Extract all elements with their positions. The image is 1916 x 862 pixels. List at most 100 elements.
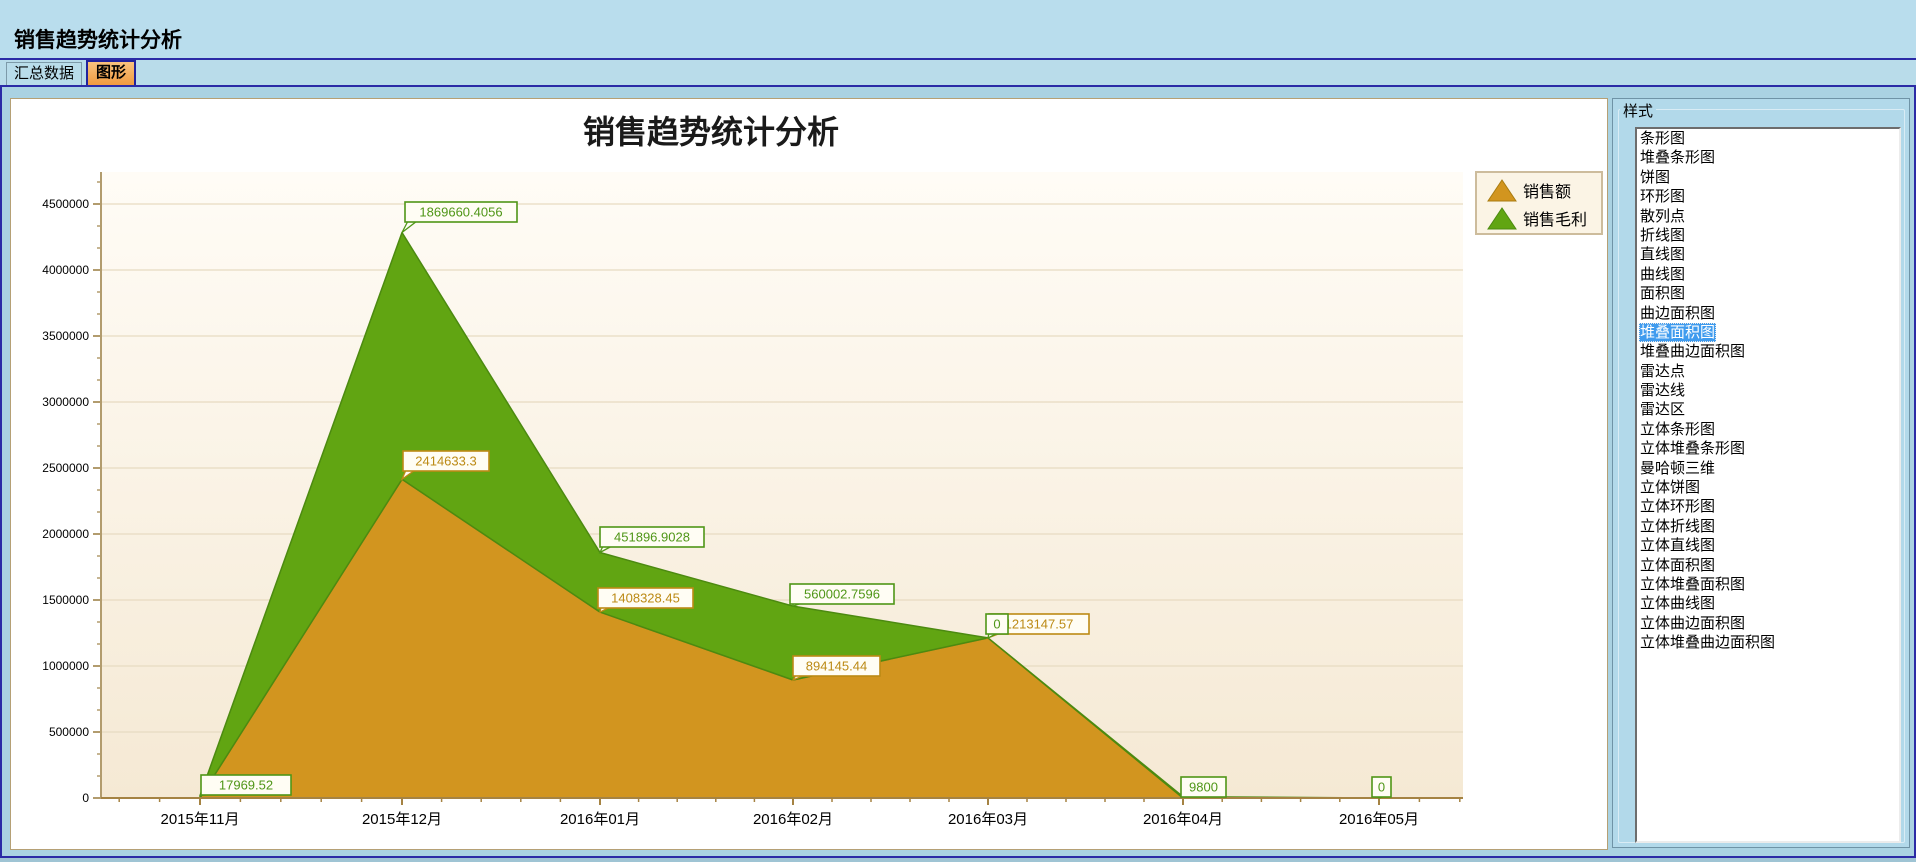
style-option-label: 面积图 bbox=[1639, 284, 1686, 303]
style-option-label: 环形图 bbox=[1639, 187, 1686, 206]
style-option[interactable]: 饼图 bbox=[1637, 168, 1899, 187]
style-option[interactable]: 立体条形图 bbox=[1637, 420, 1899, 439]
style-option[interactable]: 立体饼图 bbox=[1637, 478, 1899, 497]
style-option[interactable]: 雷达线 bbox=[1637, 381, 1899, 400]
x-tick-label: 2016年01月 bbox=[560, 811, 640, 828]
style-option-label: 堆叠面积图 bbox=[1639, 323, 1716, 342]
style-option[interactable]: 堆叠曲边面积图 bbox=[1637, 342, 1899, 361]
style-option[interactable]: 曼哈顿三维 bbox=[1637, 459, 1899, 478]
y-tick-label: 4500000 bbox=[42, 197, 89, 211]
style-option-label: 立体堆叠条形图 bbox=[1639, 439, 1746, 458]
style-option-label: 立体直线图 bbox=[1639, 536, 1716, 555]
style-option[interactable]: 立体堆叠面积图 bbox=[1637, 575, 1899, 594]
style-option-label: 立体饼图 bbox=[1639, 478, 1701, 497]
style-option[interactable]: 面积图 bbox=[1637, 284, 1899, 303]
style-option-label: 散列点 bbox=[1639, 207, 1686, 226]
y-tick-label: 1000000 bbox=[42, 659, 89, 673]
x-tick-label: 2016年02月 bbox=[753, 811, 833, 828]
y-tick-label: 3500000 bbox=[42, 329, 89, 343]
style-option-label: 雷达线 bbox=[1639, 381, 1686, 400]
style-option-label: 立体曲线图 bbox=[1639, 594, 1716, 613]
x-tick-label: 2016年04月 bbox=[1143, 811, 1223, 828]
legend-label: 销售毛利 bbox=[1523, 211, 1587, 229]
data-label: 0 bbox=[1372, 777, 1391, 798]
data-label: 0 bbox=[986, 614, 1008, 638]
tab-label: 汇总数据 bbox=[14, 65, 74, 82]
style-option-label: 曲边面积图 bbox=[1639, 304, 1716, 323]
data-label: 1408328.45 bbox=[598, 588, 693, 612]
y-tick-label: 500000 bbox=[49, 725, 89, 739]
style-option-label: 堆叠曲边面积图 bbox=[1639, 342, 1746, 361]
style-option-label: 堆叠条形图 bbox=[1639, 148, 1716, 167]
window-title: 销售趋势统计分析 bbox=[14, 24, 182, 54]
style-option[interactable]: 曲边面积图 bbox=[1637, 304, 1899, 323]
style-option[interactable]: 堆叠面积图 bbox=[1637, 323, 1899, 342]
style-option-label: 立体堆叠面积图 bbox=[1639, 575, 1746, 594]
y-tick-label: 1500000 bbox=[42, 593, 89, 607]
svg-text:2414633.3: 2414633.3 bbox=[415, 454, 476, 469]
style-option-label: 雷达点 bbox=[1639, 362, 1686, 381]
tab-graphics[interactable]: 图形 bbox=[86, 60, 136, 85]
svg-text:1213147.57: 1213147.57 bbox=[1005, 617, 1074, 632]
style-option-label: 条形图 bbox=[1639, 129, 1686, 148]
chart-panel: 0500000100000015000002000000250000030000… bbox=[10, 98, 1608, 850]
style-option-label: 立体环形图 bbox=[1639, 497, 1716, 516]
svg-text:451896.9028: 451896.9028 bbox=[614, 530, 690, 545]
svg-text:560002.7596: 560002.7596 bbox=[804, 587, 880, 602]
style-option-label: 直线图 bbox=[1639, 245, 1686, 264]
legend-label: 销售额 bbox=[1523, 183, 1571, 201]
style-option-label: 立体折线图 bbox=[1639, 517, 1716, 536]
style-option-label: 立体面积图 bbox=[1639, 556, 1716, 575]
style-option[interactable]: 环形图 bbox=[1637, 187, 1899, 206]
svg-text:9800: 9800 bbox=[1189, 780, 1218, 795]
style-option[interactable]: 堆叠条形图 bbox=[1637, 148, 1899, 167]
style-option-label: 曲线图 bbox=[1639, 265, 1686, 284]
y-tick-label: 4000000 bbox=[42, 263, 89, 277]
window-title-bar: 销售趋势统计分析 bbox=[0, 0, 1916, 60]
style-option[interactable]: 立体环形图 bbox=[1637, 497, 1899, 516]
style-option-label: 立体曲边面积图 bbox=[1639, 614, 1746, 633]
tab-label: 图形 bbox=[96, 64, 126, 81]
style-option[interactable]: 曲线图 bbox=[1637, 265, 1899, 284]
tab-bar: 汇总数据 图形 bbox=[0, 60, 1916, 87]
tab-summary-data[interactable]: 汇总数据 bbox=[6, 62, 82, 85]
data-label: 560002.7596 bbox=[790, 584, 894, 606]
style-option[interactable]: 立体面积图 bbox=[1637, 556, 1899, 575]
svg-text:1869660.4056: 1869660.4056 bbox=[419, 205, 502, 220]
y-tick-label: 2000000 bbox=[42, 527, 89, 541]
chart-title: 销售趋势统计分析 bbox=[583, 113, 839, 151]
style-option[interactable]: 直线图 bbox=[1637, 245, 1899, 264]
data-label: 17969.52 bbox=[200, 775, 291, 796]
y-tick-label: 2500000 bbox=[42, 461, 89, 475]
style-option-label: 曼哈顿三维 bbox=[1639, 459, 1716, 478]
style-option-label: 饼图 bbox=[1639, 168, 1671, 187]
style-option[interactable]: 立体堆叠条形图 bbox=[1637, 439, 1899, 458]
style-option-label: 折线图 bbox=[1639, 226, 1686, 245]
style-groupbox-title: 样式 bbox=[1620, 100, 1656, 121]
svg-text:0: 0 bbox=[993, 617, 1000, 632]
style-option[interactable]: 立体折线图 bbox=[1637, 517, 1899, 536]
x-tick-label: 2015年12月 bbox=[362, 811, 442, 828]
svg-text:17969.52: 17969.52 bbox=[219, 778, 273, 793]
style-option[interactable]: 折线图 bbox=[1637, 226, 1899, 245]
x-tick-label: 2015年11月 bbox=[161, 811, 240, 828]
style-option[interactable]: 立体堆叠曲边面积图 bbox=[1637, 633, 1899, 652]
svg-text:894145.44: 894145.44 bbox=[806, 659, 867, 674]
sales-trend-stacked-area-chart: 0500000100000015000002000000250000030000… bbox=[11, 99, 1607, 849]
style-option[interactable]: 雷达区 bbox=[1637, 400, 1899, 419]
x-tick-label: 2016年05月 bbox=[1339, 811, 1419, 828]
style-option[interactable]: 雷达点 bbox=[1637, 362, 1899, 381]
data-label: 894145.44 bbox=[793, 656, 880, 680]
style-option[interactable]: 立体直线图 bbox=[1637, 536, 1899, 555]
style-option-label: 立体堆叠曲边面积图 bbox=[1639, 633, 1776, 652]
style-option[interactable]: 条形图 bbox=[1637, 129, 1899, 148]
style-option[interactable]: 立体曲线图 bbox=[1637, 594, 1899, 613]
x-tick-label: 2016年03月 bbox=[948, 811, 1028, 828]
style-panel: 样式 条形图堆叠条形图饼图环形图散列点折线图直线图曲线图面积图曲边面积图堆叠面积… bbox=[1612, 98, 1910, 848]
legend: 销售额销售毛利 bbox=[1476, 172, 1602, 234]
chart-style-listbox[interactable]: 条形图堆叠条形图饼图环形图散列点折线图直线图曲线图面积图曲边面积图堆叠面积图堆叠… bbox=[1635, 127, 1901, 843]
style-option[interactable]: 散列点 bbox=[1637, 207, 1899, 226]
svg-text:0: 0 bbox=[1378, 780, 1385, 795]
style-option[interactable]: 立体曲边面积图 bbox=[1637, 614, 1899, 633]
data-label: 9800 bbox=[1181, 777, 1226, 797]
